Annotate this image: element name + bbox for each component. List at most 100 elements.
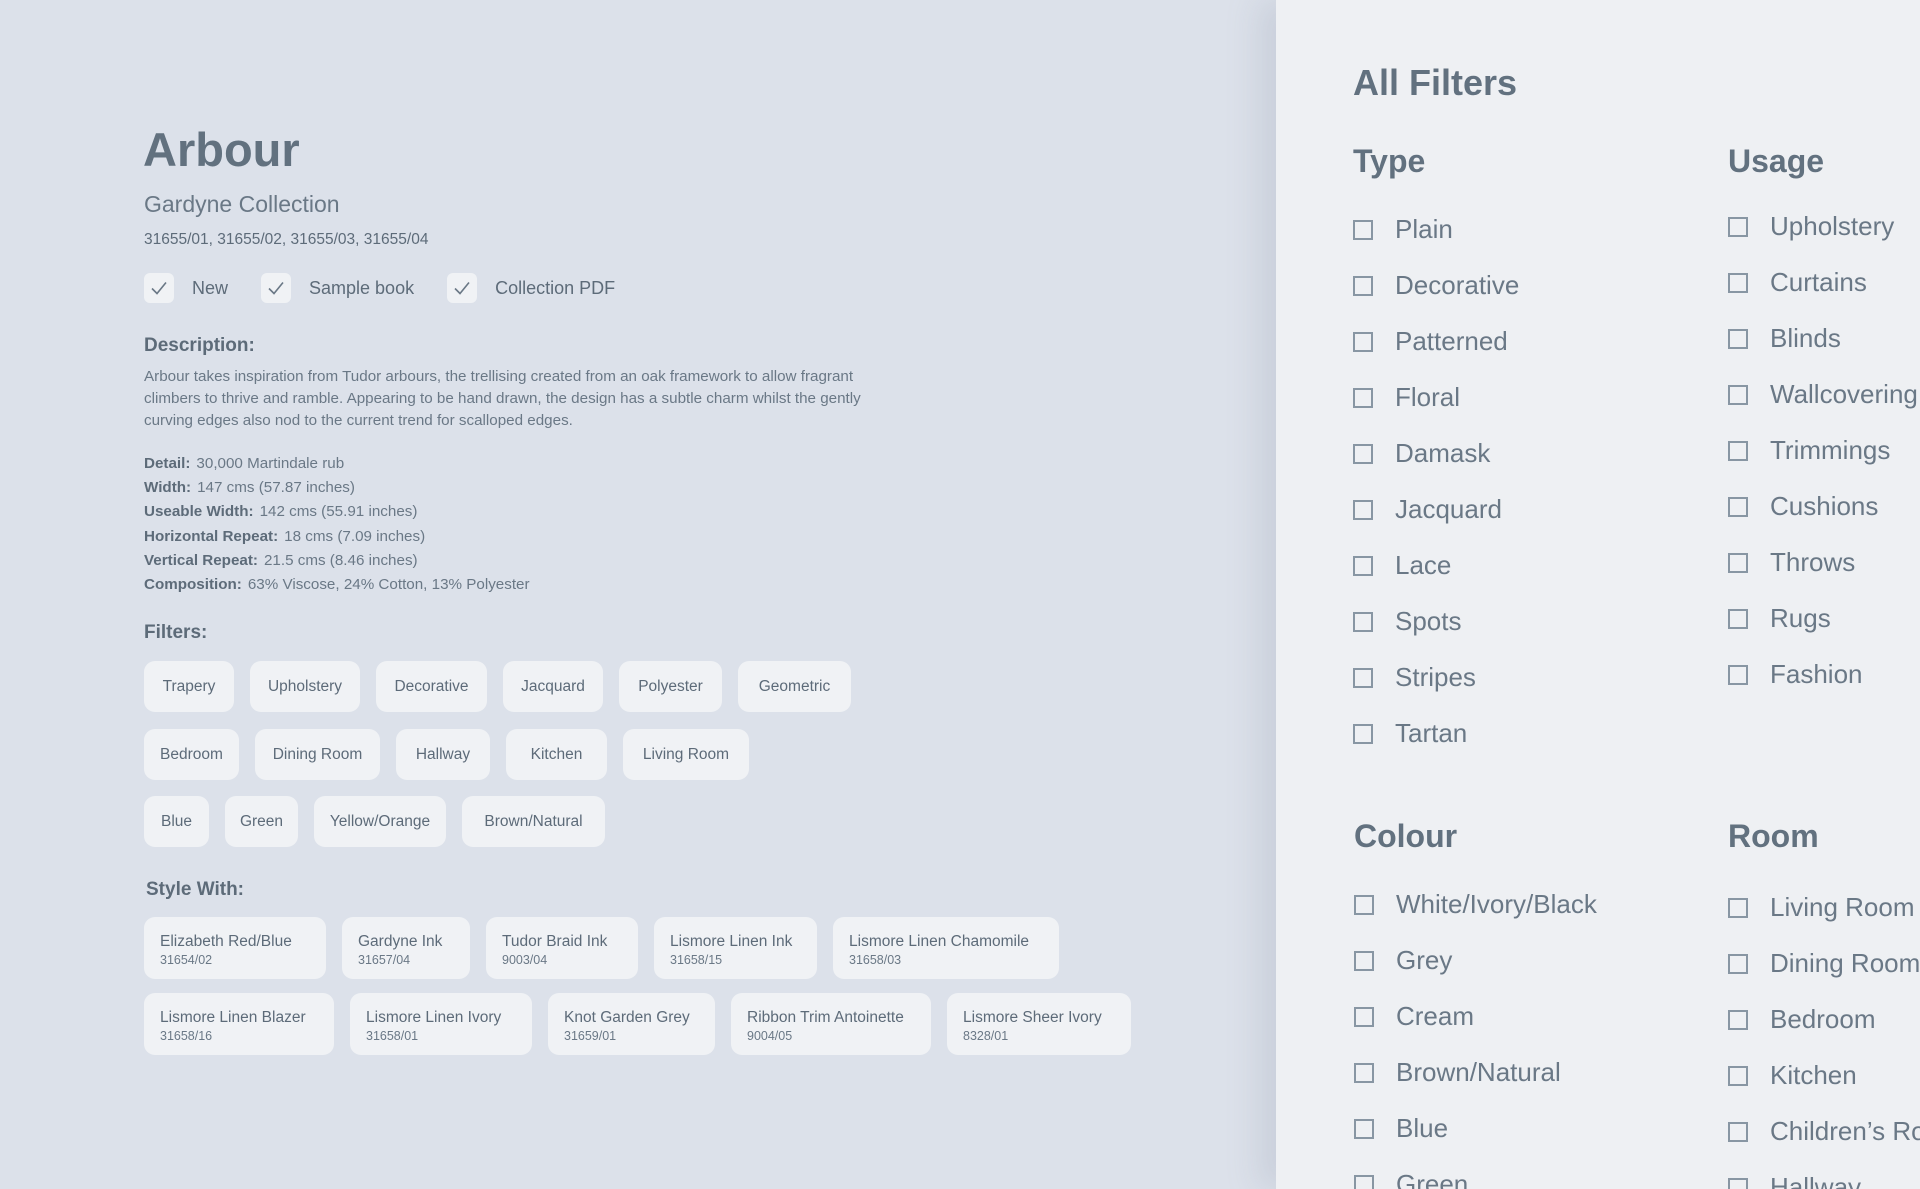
filter-option[interactable]: Blue xyxy=(1354,1113,1448,1144)
flag-collection-pdf[interactable]: Collection PDF xyxy=(447,273,615,303)
filter-option[interactable]: Cream xyxy=(1354,1001,1474,1032)
filter-option[interactable]: Wallcovering xyxy=(1728,379,1918,410)
filter-option[interactable]: Floral xyxy=(1353,382,1460,413)
filter-option[interactable]: Dining Room xyxy=(1728,948,1920,979)
checkbox-icon[interactable] xyxy=(1353,723,1373,744)
style-card[interactable]: Lismore Linen Blazer 31658/16 xyxy=(144,993,334,1055)
filter-chip[interactable]: Yellow/Orange xyxy=(314,796,446,847)
filter-option[interactable]: Blinds xyxy=(1728,323,1841,354)
filter-chip[interactable]: Kitchen xyxy=(506,729,607,780)
filter-option[interactable]: Cushions xyxy=(1728,491,1878,522)
filter-option[interactable]: Decorative xyxy=(1353,270,1519,301)
filter-chip[interactable]: Blue xyxy=(144,796,209,847)
filter-option[interactable]: Damask xyxy=(1353,438,1490,469)
group-heading-usage: Usage xyxy=(1728,143,1825,179)
style-card[interactable]: Lismore Linen Ink 31658/15 xyxy=(654,917,817,979)
checkbox-icon[interactable] xyxy=(1728,1121,1748,1142)
checkbox-icon[interactable] xyxy=(1728,953,1748,974)
filter-option[interactable]: Plain xyxy=(1353,214,1453,245)
spec-value: 142 cms (55.91 inches) xyxy=(259,503,418,521)
checkbox-icon[interactable] xyxy=(1728,1009,1748,1030)
filter-option[interactable]: Spots xyxy=(1353,606,1462,637)
checkbox-icon[interactable] xyxy=(1728,664,1748,685)
checkbox-icon[interactable] xyxy=(1728,897,1748,918)
checkbox-icon[interactable] xyxy=(1353,331,1373,352)
checkbox-icon[interactable] xyxy=(1353,219,1373,240)
filter-option[interactable]: Hallway xyxy=(1728,1172,1861,1189)
filter-option[interactable]: Upholstery xyxy=(1728,211,1894,242)
style-card-name: Lismore Linen Ink xyxy=(670,933,793,950)
checkbox-icon[interactable] xyxy=(1353,443,1373,464)
checkbox-icon[interactable] xyxy=(1728,272,1748,293)
checkbox-icon[interactable] xyxy=(1354,1062,1374,1083)
filter-option[interactable]: Bedroom xyxy=(1728,1004,1876,1035)
style-card-code: 9003/04 xyxy=(502,953,548,967)
option-label: Dining Room xyxy=(1770,948,1920,978)
filter-option[interactable]: Tartan xyxy=(1353,718,1467,749)
style-card[interactable]: Elizabeth Red/Blue 31654/02 xyxy=(144,917,326,979)
checkbox-icon[interactable] xyxy=(1728,552,1748,573)
filter-chip[interactable]: Trapery xyxy=(144,661,234,712)
checkbox-icon[interactable] xyxy=(1354,894,1374,915)
filter-chip[interactable]: Green xyxy=(225,796,298,847)
flag-new[interactable]: New xyxy=(144,273,228,303)
filter-chip[interactable]: Decorative xyxy=(376,661,487,712)
style-card[interactable]: Knot Garden Grey 31659/01 xyxy=(548,993,715,1055)
filter-chip[interactable]: Jacquard xyxy=(503,661,603,712)
checkbox-icon[interactable] xyxy=(1353,667,1373,688)
checkbox-icon[interactable] xyxy=(1728,496,1748,517)
checkbox-icon[interactable] xyxy=(1728,1065,1748,1086)
checkbox-icon[interactable] xyxy=(1354,1118,1374,1139)
style-card-name: Gardyne Ink xyxy=(358,933,443,950)
filter-option[interactable]: Living Room xyxy=(1728,892,1915,923)
filter-option[interactable]: Brown/Natural xyxy=(1354,1057,1561,1088)
style-card[interactable]: Lismore Linen Chamomile 31658/03 xyxy=(833,917,1059,979)
filter-chip[interactable]: Dining Room xyxy=(255,729,380,780)
filter-option[interactable]: Patterned xyxy=(1353,326,1508,357)
filter-option[interactable]: Green xyxy=(1354,1169,1468,1189)
style-card[interactable]: Ribbon Trim Antoinette 9004/05 xyxy=(731,993,931,1055)
checkbox-icon[interactable] xyxy=(1728,328,1748,349)
style-card[interactable]: Lismore Linen Ivory 31658/01 xyxy=(350,993,532,1055)
style-card[interactable]: Tudor Braid Ink 9003/04 xyxy=(486,917,638,979)
checkbox-icon[interactable] xyxy=(1353,499,1373,520)
filter-option[interactable]: Rugs xyxy=(1728,603,1831,634)
checkbox-icon[interactable] xyxy=(1728,384,1748,405)
checkbox-icon[interactable] xyxy=(1728,216,1748,237)
checkbox-icon[interactable] xyxy=(1728,440,1748,461)
flag-label: New xyxy=(192,277,229,298)
checkbox-icon[interactable] xyxy=(1353,555,1373,576)
style-card[interactable]: Lismore Sheer Ivory 8328/01 xyxy=(947,993,1131,1055)
option-label: Living Room xyxy=(1770,892,1915,922)
filter-chip[interactable]: Polyester xyxy=(619,661,722,712)
filter-option[interactable]: Grey xyxy=(1354,945,1452,976)
filter-chip[interactable]: Upholstery xyxy=(250,661,360,712)
option-label: Rugs xyxy=(1770,603,1831,633)
filter-chip[interactable]: Living Room xyxy=(623,729,749,780)
filter-chip[interactable]: Geometric xyxy=(738,661,851,712)
filter-option[interactable]: White/Ivory/Black xyxy=(1354,889,1597,920)
checkbox-icon[interactable] xyxy=(1353,611,1373,632)
flag-sample-book[interactable]: Sample book xyxy=(261,273,414,303)
checkbox-icon[interactable] xyxy=(1354,950,1374,971)
filter-option[interactable]: Throws xyxy=(1728,547,1855,578)
filter-option[interactable]: Kitchen xyxy=(1728,1060,1857,1091)
checkbox-icon[interactable] xyxy=(1353,387,1373,408)
style-card-row: Lismore Linen Blazer 31658/16 Lismore Lin… xyxy=(144,993,1147,1055)
filter-option[interactable]: Stripes xyxy=(1353,662,1476,693)
style-card[interactable]: Gardyne Ink 31657/04 xyxy=(342,917,470,979)
checkbox-icon[interactable] xyxy=(1354,1006,1374,1027)
filter-option[interactable]: Fashion xyxy=(1728,659,1863,690)
filter-option[interactable]: Jacquard xyxy=(1353,494,1502,525)
checkbox-icon[interactable] xyxy=(1353,275,1373,296)
filter-chip[interactable]: Bedroom xyxy=(144,729,239,780)
filter-option[interactable]: Children’s Room xyxy=(1728,1116,1920,1147)
checkbox-icon[interactable] xyxy=(1728,608,1748,629)
filter-chip[interactable]: Hallway xyxy=(396,729,490,780)
checkbox-icon[interactable] xyxy=(1728,1177,1748,1189)
filter-chip[interactable]: Brown/Natural xyxy=(462,796,605,847)
filter-option[interactable]: Curtains xyxy=(1728,267,1867,298)
checkbox-icon[interactable] xyxy=(1354,1174,1374,1189)
filter-option[interactable]: Lace xyxy=(1353,550,1451,581)
filter-option[interactable]: Trimmings xyxy=(1728,435,1890,466)
